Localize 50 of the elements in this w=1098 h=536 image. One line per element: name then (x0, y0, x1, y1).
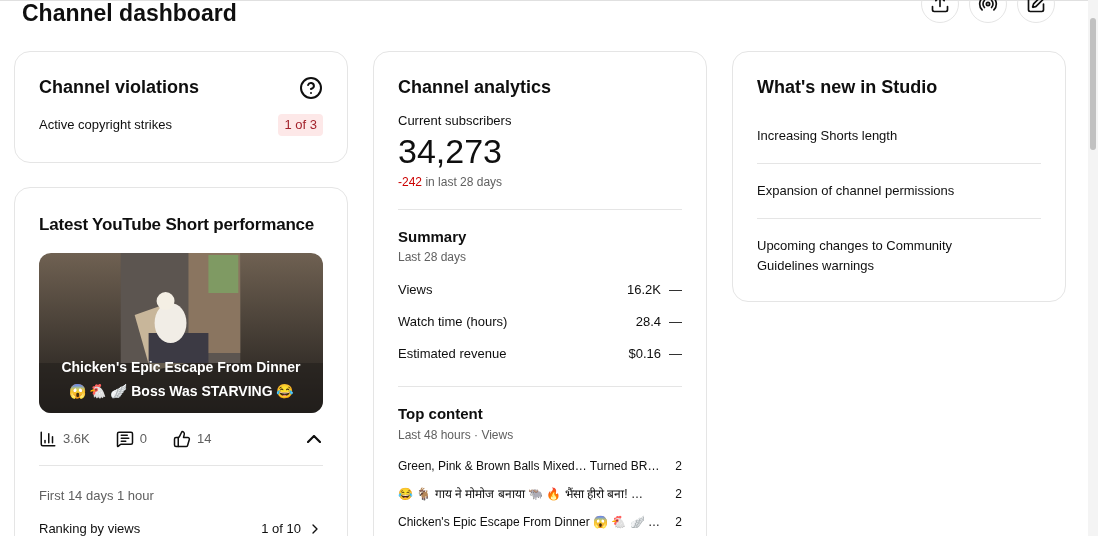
content-views: 2 (675, 485, 682, 503)
card-title: Channel analytics (398, 76, 553, 99)
metric-value: 16.2K (627, 281, 661, 300)
news-link[interactable]: Increasing Shorts length (757, 126, 977, 146)
comment-icon (115, 429, 134, 448)
broadcast-icon (978, 0, 998, 14)
strikes-count: 1 of 3 (278, 114, 323, 136)
ranking-value: 1 of 10 (261, 520, 301, 536)
edit-icon (1026, 0, 1046, 14)
page-title: Channel dashboard (22, 1, 237, 25)
content-views: 2 (675, 457, 682, 475)
subscriber-count: 34,273 (398, 130, 503, 171)
change-period: in last 28 days (425, 174, 503, 189)
metric-label: Watch time (hours) (398, 313, 508, 332)
stat-value: 3.6K (63, 430, 90, 448)
short-thumbnail[interactable]: Chicken's Epic Escape From Dinner 😱 🐔 🪽 Boss Was STARVING 😂 (39, 253, 323, 413)
subscribers-label: Current subscribers (398, 112, 513, 130)
content-title[interactable]: Green, Pink & Brown Balls Mixed… Turned BR… (398, 456, 660, 475)
trend-indicator: — (669, 281, 682, 300)
strikes-label: Active copyright strikes (39, 116, 172, 134)
trend-indicator: — (669, 345, 682, 364)
news-link[interactable]: Upcoming changes to Community Guidelines warnings (757, 236, 977, 276)
chevron-up-button[interactable] (307, 434, 321, 443)
card-title: Channel violations (39, 76, 200, 99)
section-title: Summary (398, 226, 468, 247)
metric-label: Estimated revenue (398, 345, 507, 364)
news-link[interactable]: Expansion of channel permissions (757, 181, 977, 201)
card-title: What's new in Studio (757, 76, 939, 99)
video-title: Chicken's Epic Escape From Dinner 😱 🐔 🪽 Boss Was STARVING 😂 (60, 358, 302, 401)
help-icon[interactable] (299, 75, 323, 100)
thumbs-up-icon (173, 429, 191, 448)
stat-value: 0 (139, 430, 147, 448)
content-views: 2 (675, 513, 682, 531)
content-title[interactable]: 😂 🐐 गाय ने मोमोज बनाया 🐃 🔥 भैंसा हीरो बना! … (398, 484, 643, 503)
scrollbar[interactable] (1088, 0, 1098, 536)
card-title: Latest YouTube Short performance (39, 213, 316, 236)
upload-icon (930, 0, 950, 14)
subscriber-change: -242 (398, 174, 423, 189)
metric-value: $0.16 (628, 345, 661, 364)
trend-indicator: — (669, 313, 682, 332)
bar-chart-icon (39, 429, 57, 448)
content-title[interactable]: Chicken's Epic Escape From Dinner 😱 🐔 🪽 … (398, 512, 661, 531)
stat-value: 14 (197, 430, 212, 448)
section-title: Top content (398, 404, 484, 424)
section-subtitle: Last 48 hours · Views (398, 426, 515, 444)
ranking-label: Ranking by views (39, 520, 141, 536)
metric-label: Views (398, 281, 433, 300)
metric-value: 28.4 (635, 313, 661, 332)
period-label: First 14 days 1 hour (39, 486, 155, 505)
section-subtitle: Last 28 days (398, 249, 468, 266)
